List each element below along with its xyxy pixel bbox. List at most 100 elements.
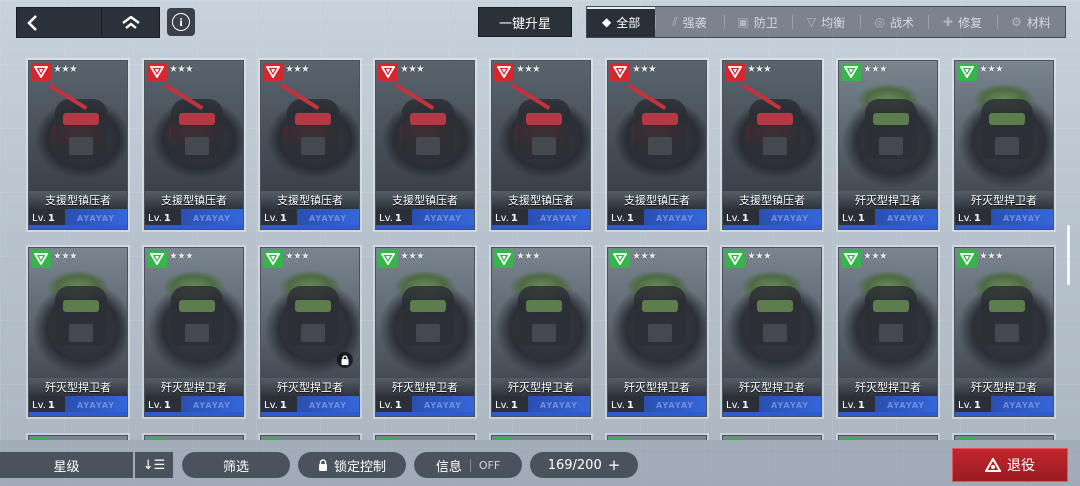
mech-visor bbox=[526, 300, 562, 312]
star-rating: ★★★ bbox=[516, 64, 541, 75]
retire-icon bbox=[985, 458, 1001, 472]
class-badge-icon bbox=[378, 63, 398, 81]
unit-card[interactable]: ★★★ 歼灭型捍卫者 Lv. 1 AYAYAY bbox=[954, 247, 1054, 417]
capacity-count: 169/200 bbox=[547, 457, 602, 473]
tab-2[interactable]: ▣ 防卫 bbox=[723, 7, 792, 37]
nav-group bbox=[16, 7, 160, 38]
unit-card[interactable]: ★★★ 支援型镇压者 Lv. 1 AYAYAY bbox=[28, 60, 128, 230]
card-border bbox=[261, 225, 359, 229]
unit-card[interactable]: ★★★ 支援型镇压者 Lv. 1 AYAYAY bbox=[722, 60, 822, 230]
mech-chin bbox=[879, 324, 903, 342]
star-rating: ★★★ bbox=[863, 251, 888, 262]
unit-name: 歼灭型捍卫者 bbox=[376, 378, 474, 396]
class-badge-icon bbox=[147, 250, 167, 268]
mech-chin bbox=[69, 324, 93, 342]
class-badge-icon bbox=[494, 63, 514, 81]
filter-button[interactable]: 筛选 bbox=[182, 452, 290, 478]
unit-card[interactable]: ★★★ 支援型镇压者 Lv. 1 AYAYAY bbox=[607, 60, 707, 230]
level-value: 1 bbox=[47, 399, 55, 411]
mech-chin bbox=[301, 137, 325, 155]
sort-order-icon: ↓☰ bbox=[142, 457, 166, 473]
level-prefix: Lv. bbox=[495, 399, 509, 411]
unit-card[interactable]: ★★★ 支援型镇压者 Lv. 1 AYAYAY bbox=[144, 60, 244, 230]
unit-name: 歼灭型捍卫者 bbox=[723, 378, 821, 396]
upgrade-all-button[interactable]: 一键升星 bbox=[478, 7, 572, 37]
tab-label: 战术 bbox=[890, 15, 915, 30]
level-value: 1 bbox=[279, 399, 287, 411]
unit-card[interactable]: ★★★ 歼灭型捍卫者 Lv. 1 AYAYAY bbox=[375, 247, 475, 417]
star-rating: ★★★ bbox=[516, 251, 541, 262]
level-prefix: Lv. bbox=[842, 212, 856, 224]
lock-icon bbox=[337, 352, 353, 368]
sort-order-button[interactable]: ↓☰ bbox=[135, 452, 173, 478]
capacity-button[interactable]: 169/200 + bbox=[530, 452, 638, 478]
tab-5[interactable]: ✚ 修复 bbox=[928, 7, 996, 37]
unit-card[interactable]: ★★★ 歼灭型捍卫者 Lv. 1 AYAYAY bbox=[491, 247, 591, 417]
tab-label: 材料 bbox=[1026, 15, 1051, 30]
unit-name: 歼灭型捍卫者 bbox=[839, 191, 937, 209]
tab-icon: ⚙ bbox=[1010, 15, 1022, 29]
card-border bbox=[29, 412, 127, 416]
level-prefix: Lv. bbox=[842, 399, 856, 411]
mech-visor bbox=[642, 300, 678, 312]
star-rating: ★★★ bbox=[400, 64, 425, 75]
star-rating: ★★★ bbox=[747, 64, 772, 75]
mech-chin bbox=[763, 324, 787, 342]
lock-control-button[interactable]: 锁定控制 bbox=[298, 452, 406, 478]
info-button[interactable]: i bbox=[167, 8, 195, 36]
back-button[interactable] bbox=[17, 8, 103, 37]
mech-visor bbox=[179, 300, 215, 312]
level-prefix: Lv. bbox=[148, 399, 162, 411]
tab-label: 修复 bbox=[958, 15, 983, 30]
unit-card[interactable]: ★★★ 歼灭型捍卫者 Lv. 1 AYAYAY bbox=[144, 247, 244, 417]
star-rating: ★★★ bbox=[53, 251, 78, 262]
card-border bbox=[839, 225, 937, 229]
level-prefix: Lv. bbox=[379, 399, 393, 411]
tab-4[interactable]: ◎ 战术 bbox=[860, 7, 928, 37]
unit-card[interactable]: ★★★ 歼灭型捍卫者 Lv. 1 AYAYAY bbox=[260, 247, 360, 417]
unit-card[interactable]: ★★★ 支援型镇压者 Lv. 1 AYAYAY bbox=[260, 60, 360, 230]
tab-1[interactable]: ⫽ 强袭 bbox=[655, 7, 723, 37]
level-value: 1 bbox=[279, 212, 287, 224]
mech-chin bbox=[532, 137, 556, 155]
tab-label: 强袭 bbox=[682, 15, 707, 30]
mech-visor bbox=[989, 113, 1025, 125]
card-border bbox=[723, 412, 821, 416]
star-sort-button[interactable]: 星级 bbox=[0, 452, 133, 478]
star-rating: ★★★ bbox=[53, 64, 78, 75]
level-prefix: Lv. bbox=[611, 212, 625, 224]
unit-card[interactable]: ★★★ 歼灭型捍卫者 Lv. 1 AYAYAY bbox=[722, 247, 822, 417]
tab-label: 防卫 bbox=[753, 15, 778, 30]
expand-icon: + bbox=[607, 456, 621, 474]
retire-button[interactable]: 退役 bbox=[952, 448, 1068, 482]
level-value: 1 bbox=[741, 399, 749, 411]
unit-card[interactable]: ★★★ 支援型镇压者 Lv. 1 AYAYAY bbox=[491, 60, 591, 230]
chevron-left-icon bbox=[27, 14, 37, 31]
unit-card[interactable]: ★★★ 支援型镇压者 Lv. 1 AYAYAY bbox=[375, 60, 475, 230]
class-badge-icon bbox=[841, 63, 861, 81]
mech-visor bbox=[873, 300, 909, 312]
card-border bbox=[492, 225, 590, 229]
tab-0[interactable]: ◆ 全部 bbox=[587, 7, 656, 37]
unit-card[interactable]: ★★★ 歼灭型捍卫者 Lv. 1 AYAYAY bbox=[28, 247, 128, 417]
star-sort-label: 星级 bbox=[53, 459, 80, 475]
mech-visor bbox=[526, 113, 562, 125]
mech-chin bbox=[532, 324, 556, 342]
mech-chin bbox=[301, 324, 325, 342]
home-button[interactable] bbox=[102, 8, 159, 37]
class-badge-icon bbox=[957, 250, 977, 268]
mech-visor bbox=[63, 113, 99, 125]
mech-chin bbox=[185, 137, 209, 155]
unit-card[interactable]: ★★★ 歼灭型捍卫者 Lv. 1 AYAYAY bbox=[954, 60, 1054, 230]
unit-card[interactable]: ★★★ 歼灭型捍卫者 Lv. 1 AYAYAY bbox=[838, 60, 938, 230]
info-toggle-button[interactable]: 信息 OFF bbox=[414, 452, 522, 478]
unit-card[interactable]: ★★★ 歼灭型捍卫者 Lv. 1 AYAYAY bbox=[607, 247, 707, 417]
info-toggle-label: 信息 bbox=[435, 459, 462, 475]
tab-6[interactable]: ⚙ 材料 bbox=[996, 7, 1065, 37]
unit-card[interactable]: ★★★ 歼灭型捍卫者 Lv. 1 AYAYAY bbox=[838, 247, 938, 417]
grid-scrollbar[interactable] bbox=[1067, 225, 1070, 285]
mech-chin bbox=[995, 324, 1019, 342]
mech-chin bbox=[648, 324, 672, 342]
star-rating: ★★★ bbox=[979, 251, 1004, 262]
tab-3[interactable]: ▽ 均衡 bbox=[791, 7, 860, 37]
